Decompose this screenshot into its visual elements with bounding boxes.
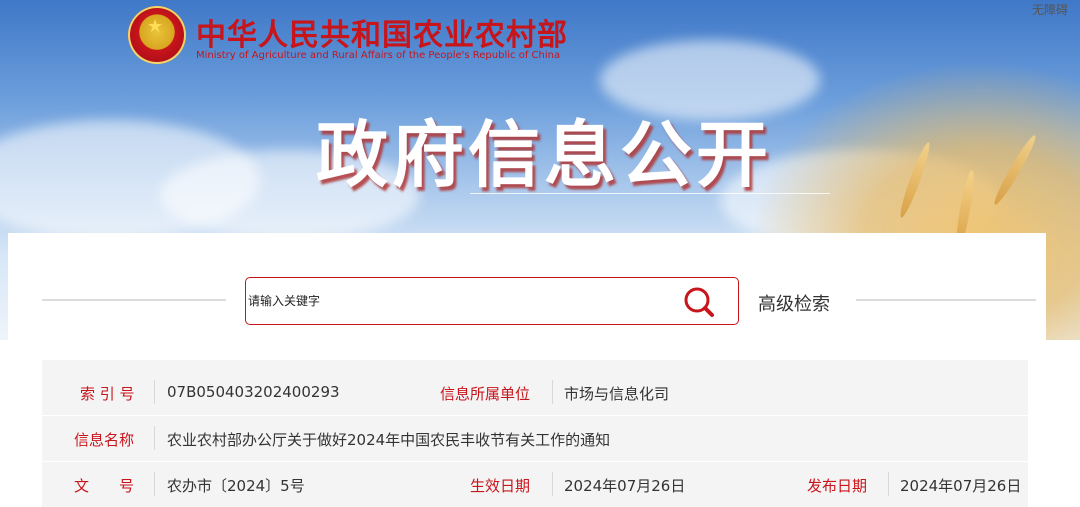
cell-divider [154, 380, 155, 404]
national-emblem-icon [128, 6, 186, 64]
cell-divider [552, 380, 553, 404]
cell-divider [154, 472, 155, 496]
table-row: 信息名称 农业农村部办公厅关于做好2024年中国农民丰收节有关工作的通知 [42, 416, 1028, 462]
publish-date-label: 发布日期 [807, 477, 868, 495]
table-row: 索 引 号 07B050403202400293 信息所属单位 市场与信息化司 [42, 370, 1028, 416]
title-divider [470, 193, 830, 194]
page-title: 政府信息公开 [316, 113, 773, 197]
publish-date-value: 2024年07月26日 [900, 477, 1022, 495]
search-divider-left [42, 299, 226, 301]
accessibility-link[interactable]: 无障碍 [1032, 1, 1068, 18]
document-number-label: 文 号 [74, 477, 135, 495]
effective-date-label: 生效日期 [470, 477, 531, 495]
index-number-label: 索 引 号 [80, 385, 135, 403]
search-box [245, 277, 739, 325]
info-name-value: 农业农村部办公厅关于做好2024年中国农民丰收节有关工作的通知 [167, 431, 611, 449]
document-number-value: 农办市〔2024〕5号 [167, 477, 305, 495]
search-input[interactable] [246, 278, 668, 324]
owner-unit-value: 市场与信息化司 [564, 385, 670, 403]
cell-divider [888, 472, 889, 496]
ministry-name-en: Ministry of Agriculture and Rural Affair… [196, 50, 561, 61]
cell-divider [154, 426, 155, 450]
metadata-table: 索 引 号 07B050403202400293 信息所属单位 市场与信息化司 … [42, 360, 1028, 507]
ministry-name-cn: 中华人民共和国农业农村部 [196, 18, 568, 53]
info-name-label: 信息名称 [74, 431, 135, 449]
index-number-value: 07B050403202400293 [167, 383, 340, 401]
advanced-search-link[interactable]: 高级检索 [758, 290, 830, 316]
search-icon[interactable] [680, 284, 720, 320]
effective-date-value: 2024年07月26日 [564, 477, 686, 495]
search-divider-right [856, 299, 1036, 301]
table-row: 文 号 农办市〔2024〕5号 生效日期 2024年07月26日 发布日期 20… [42, 462, 1028, 507]
owner-unit-label: 信息所属单位 [440, 385, 531, 403]
cell-divider [552, 472, 553, 496]
